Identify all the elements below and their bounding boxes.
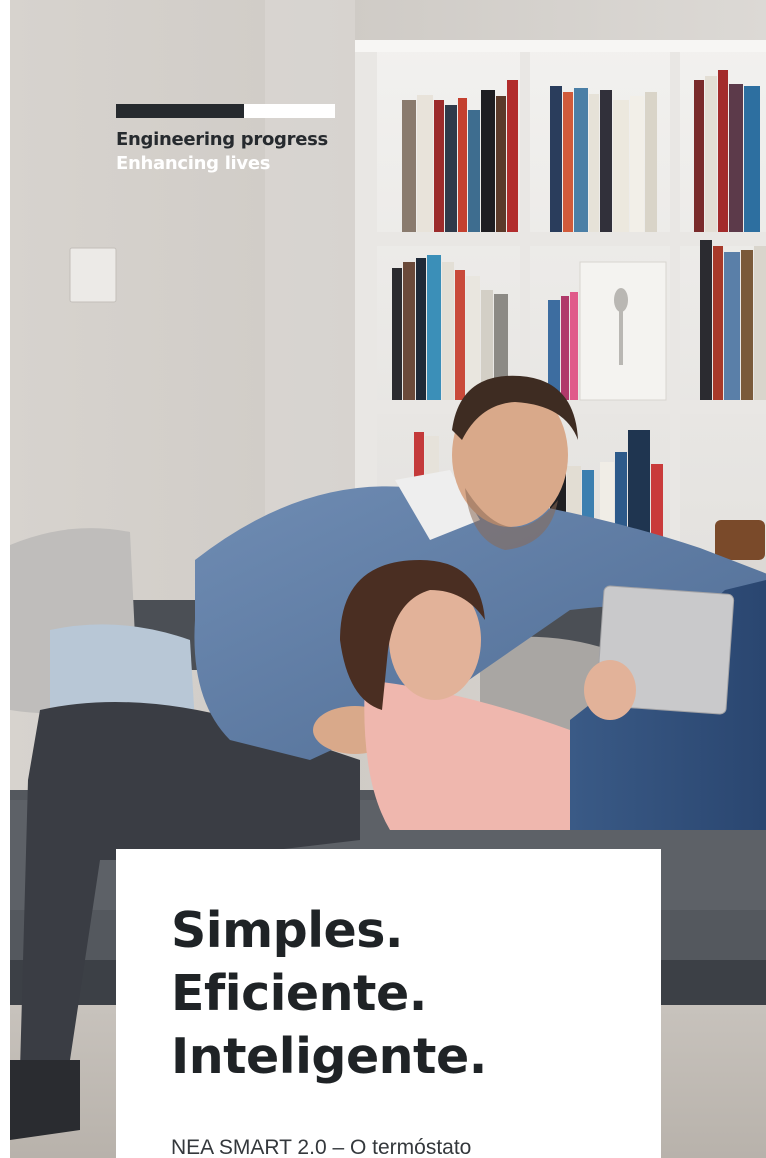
product-subtitle: NEA SMART 2.0 – O termóstato bbox=[171, 1136, 472, 1158]
brochure-cover: Engineering progress Enhancing lives Sim… bbox=[0, 0, 766, 1158]
brand-bar bbox=[116, 104, 335, 118]
brand-line-enhancing: Enhancing lives bbox=[116, 153, 271, 174]
brand-line-engineering: Engineering progress bbox=[116, 129, 328, 150]
left-margin bbox=[0, 0, 10, 1158]
brand-bar-dark bbox=[116, 104, 244, 118]
headline-line-3: Inteligente. bbox=[171, 1028, 487, 1085]
headline: Simples. Eficiente. Inteligente. bbox=[171, 899, 487, 1088]
headline-line-1: Simples. bbox=[171, 902, 404, 959]
headline-line-2: Eficiente. bbox=[171, 965, 427, 1022]
brand-tagline: Engineering progress Enhancing lives bbox=[116, 104, 336, 176]
title-card: Simples. Eficiente. Inteligente. NEA SMA… bbox=[116, 849, 661, 1158]
brand-bar-light bbox=[244, 104, 335, 118]
